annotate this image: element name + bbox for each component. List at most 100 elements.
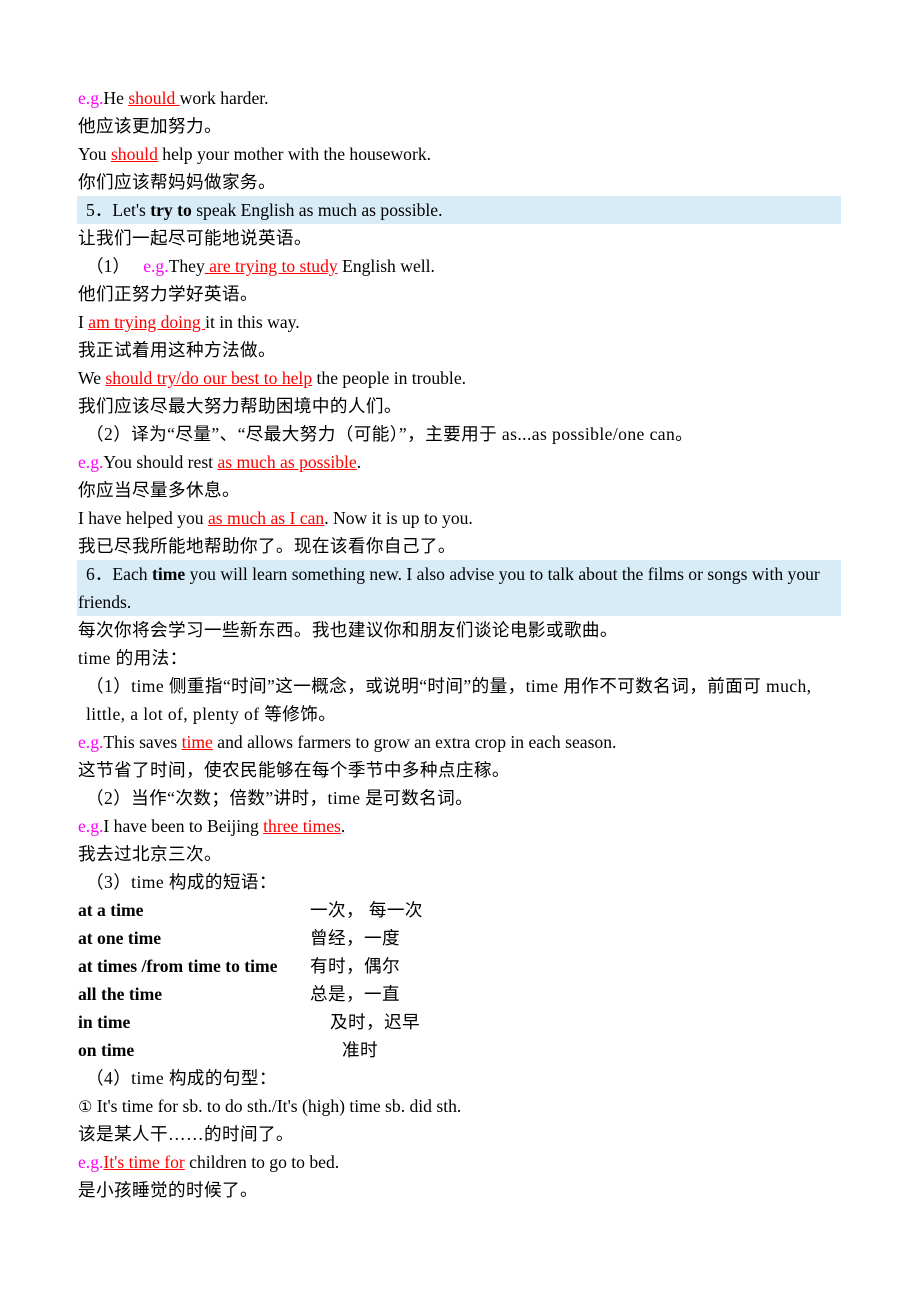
table-row: in time 及时，迟早	[78, 1008, 423, 1036]
phrase-en: on time	[78, 1040, 135, 1060]
translation-line-10: 这节省了时间，使农民能够在每个季节中多种点庄稼。	[78, 760, 510, 780]
sentence-text: You should rest	[103, 452, 218, 472]
time-phrase-table-body: at a time 一次， 每一次 at one time 曾经，一度 at t…	[78, 896, 423, 1064]
phrase-cn: 曾经，一度	[310, 928, 401, 948]
example-line-should-2: You should help your mother with the hou…	[78, 140, 840, 168]
translation-line-6: 我们应该尽最大努力帮助困境中的人们。	[78, 396, 402, 416]
phrase-cn: 及时，迟早	[330, 1012, 421, 1032]
phrase-en: in time	[78, 1012, 131, 1032]
sentence-text-tail: and allows farmers to grow an extra crop…	[212, 732, 617, 752]
phrase-en: at a time	[78, 900, 144, 920]
time-usage-heading: time 的用法：	[78, 648, 188, 668]
sentence-text: They	[168, 256, 205, 276]
circled-number-icon: ①	[78, 1097, 93, 1116]
emphasis-should-try-do-our-best: should try/do our best to help	[105, 368, 313, 388]
example-line-should-1: e.g.He should work harder.	[78, 84, 840, 112]
sentence-text: I have helped you	[78, 508, 208, 528]
emphasis-as-much-as-i-can: as much as I can	[207, 508, 325, 528]
emphasis-three-times: three times	[263, 816, 341, 836]
time-phrase-table: at a time 一次， 每一次 at one time 曾经，一度 at t…	[78, 896, 423, 1064]
translation-line-8: 我已尽我所能地帮助你了。现在该看你自己了。	[78, 536, 456, 556]
sentence-text: I	[78, 312, 89, 332]
translation-line-4: 他们正努力学好英语。	[78, 284, 258, 304]
sub-item-number: （1）	[86, 256, 130, 276]
table-row: at times /from time to time 有时，偶尔	[78, 952, 423, 980]
sentence-text: You	[78, 144, 111, 164]
emphasis-its-time-for: It's time for	[103, 1152, 185, 1172]
example-line-do-our-best: We should try/do our best to help the pe…	[78, 364, 840, 392]
translation-line-1: 他应该更加努力。	[78, 116, 222, 136]
sentence-text-tail: help your mother with the housework.	[157, 144, 432, 164]
example-line-as-much-as-i-can: I have helped you as much as I can. Now …	[78, 504, 840, 532]
eg-marker: e.g.	[78, 1152, 104, 1172]
table-row: all the time 总是，一直	[78, 980, 423, 1008]
sentence-text: Let's	[112, 200, 151, 220]
translation-line-11: 我去过北京三次。	[78, 844, 222, 864]
item-number-6: 6．	[86, 564, 113, 584]
example-line-as-much-as-possible: e.g.You should rest as much as possible.	[78, 448, 840, 476]
phrase-cn: 准时	[342, 1040, 379, 1060]
phrase-cn: 总是，一直	[310, 984, 401, 1004]
sentence-text-tail: speak English as much as possible.	[191, 200, 443, 220]
table-row: on time 准时	[78, 1036, 423, 1064]
example-line-am-trying: I am trying doing it in this way.	[78, 308, 840, 336]
eg-marker: e.g.	[78, 88, 104, 108]
sentence-text: Each	[112, 564, 152, 584]
time-usage-point-2: （2）当作“次数；倍数”讲时，time 是可数名词。	[86, 788, 474, 808]
sentence-text-tail: you will learn something new. I also adv…	[78, 564, 820, 612]
example-line-its-time-for: e.g.It's time for children to go to bed.	[78, 1148, 840, 1176]
example-line-this-saves-time: e.g.This saves time and allows farmers t…	[78, 728, 840, 756]
pattern-text: It's time for sb. to do sth./It's (high)…	[92, 1096, 462, 1116]
sentence-text: I have been to Beijing	[103, 816, 264, 836]
sentence-pattern-1: ① It's time for sb. to do sth./It's (hig…	[78, 1092, 840, 1120]
eg-marker: e.g.	[78, 816, 104, 836]
sentence-text-tail: work harder.	[179, 88, 269, 108]
translation-line-3: 让我们一起尽可能地说英语。	[78, 228, 312, 248]
sentence-text-tail: . Now it is up to you.	[324, 508, 473, 528]
sentence-text-tail: children to go to bed.	[184, 1152, 340, 1172]
sub-item-2-note: （2）译为“尽量”、“尽最大努力（可能）”，主要用于 as...as possi…	[86, 424, 694, 444]
sentence-text-tail: English well.	[337, 256, 435, 276]
emphasis-should: should	[128, 88, 180, 108]
phrase-cn: 一次， 每一次	[310, 900, 423, 920]
table-row: at one time 曾经，一度	[78, 924, 423, 952]
translation-line-5: 我正试着用这种方法做。	[78, 340, 276, 360]
phrase-en: all the time	[78, 984, 163, 1004]
phrase-en: at one time	[78, 928, 162, 948]
emphasis-as-much-as-possible: as much as possible	[217, 452, 357, 472]
phrase-gap	[162, 1008, 310, 1036]
phrase-en: at times /from time to time	[78, 956, 278, 976]
document-body: e.g.He should work harder. 他应该更加努力。 You …	[77, 84, 841, 1204]
sentence-text-tail: the people in trouble.	[312, 368, 467, 388]
highlighted-item-6: 6．Each time you will learn something new…	[77, 560, 841, 616]
example-line-three-times: e.g.I have been to Beijing three times.	[78, 812, 840, 840]
sentence-text: He	[103, 88, 129, 108]
eg-marker: e.g.	[143, 256, 169, 276]
sentence-text-tail: .	[356, 452, 362, 472]
phrase-gap	[162, 924, 310, 952]
sentence-text-tail: .	[340, 816, 346, 836]
highlighted-item-5: 5．Let's try to speak English as much as …	[77, 196, 841, 224]
time-usage-point-3: （3）time 构成的短语：	[86, 872, 277, 892]
eg-marker: e.g.	[78, 452, 104, 472]
sentence-text-tail: it in this way.	[205, 312, 300, 332]
translation-line-9: 每次你将会学习一些新东西。我也建议你和朋友们谈论电影或歌曲。	[78, 620, 618, 640]
sentence-text: This saves	[103, 732, 182, 752]
phrase-gap	[162, 980, 310, 1008]
bold-try-to: try to	[150, 200, 192, 220]
emphasis-am-trying-doing: am trying doing	[88, 312, 206, 332]
sentence-text: We	[78, 368, 106, 388]
time-usage-point-1: （1）time 侧重指“时间”这一概念，或说明“时间”的量，time 用作不可数…	[86, 676, 812, 724]
translation-line-2: 你们应该帮妈妈做家务。	[78, 172, 276, 192]
emphasis-are-trying-to-study: are trying to study	[204, 256, 338, 276]
phrase-cn: 有时，偶尔	[310, 956, 401, 976]
translation-line-13: 是小孩睡觉的时候了。	[78, 1180, 258, 1200]
time-usage-point-4: （4）time 构成的句型：	[86, 1068, 277, 1088]
translation-line-7: 你应当尽量多休息。	[78, 480, 240, 500]
sub-item-1: （1） e.g.They are trying to study English…	[78, 252, 840, 280]
emphasis-should: should	[110, 144, 158, 164]
phrase-gap	[162, 1036, 310, 1064]
phrase-gap	[162, 896, 310, 924]
item-number-5: 5．	[86, 200, 113, 220]
emphasis-time: time	[181, 732, 213, 752]
